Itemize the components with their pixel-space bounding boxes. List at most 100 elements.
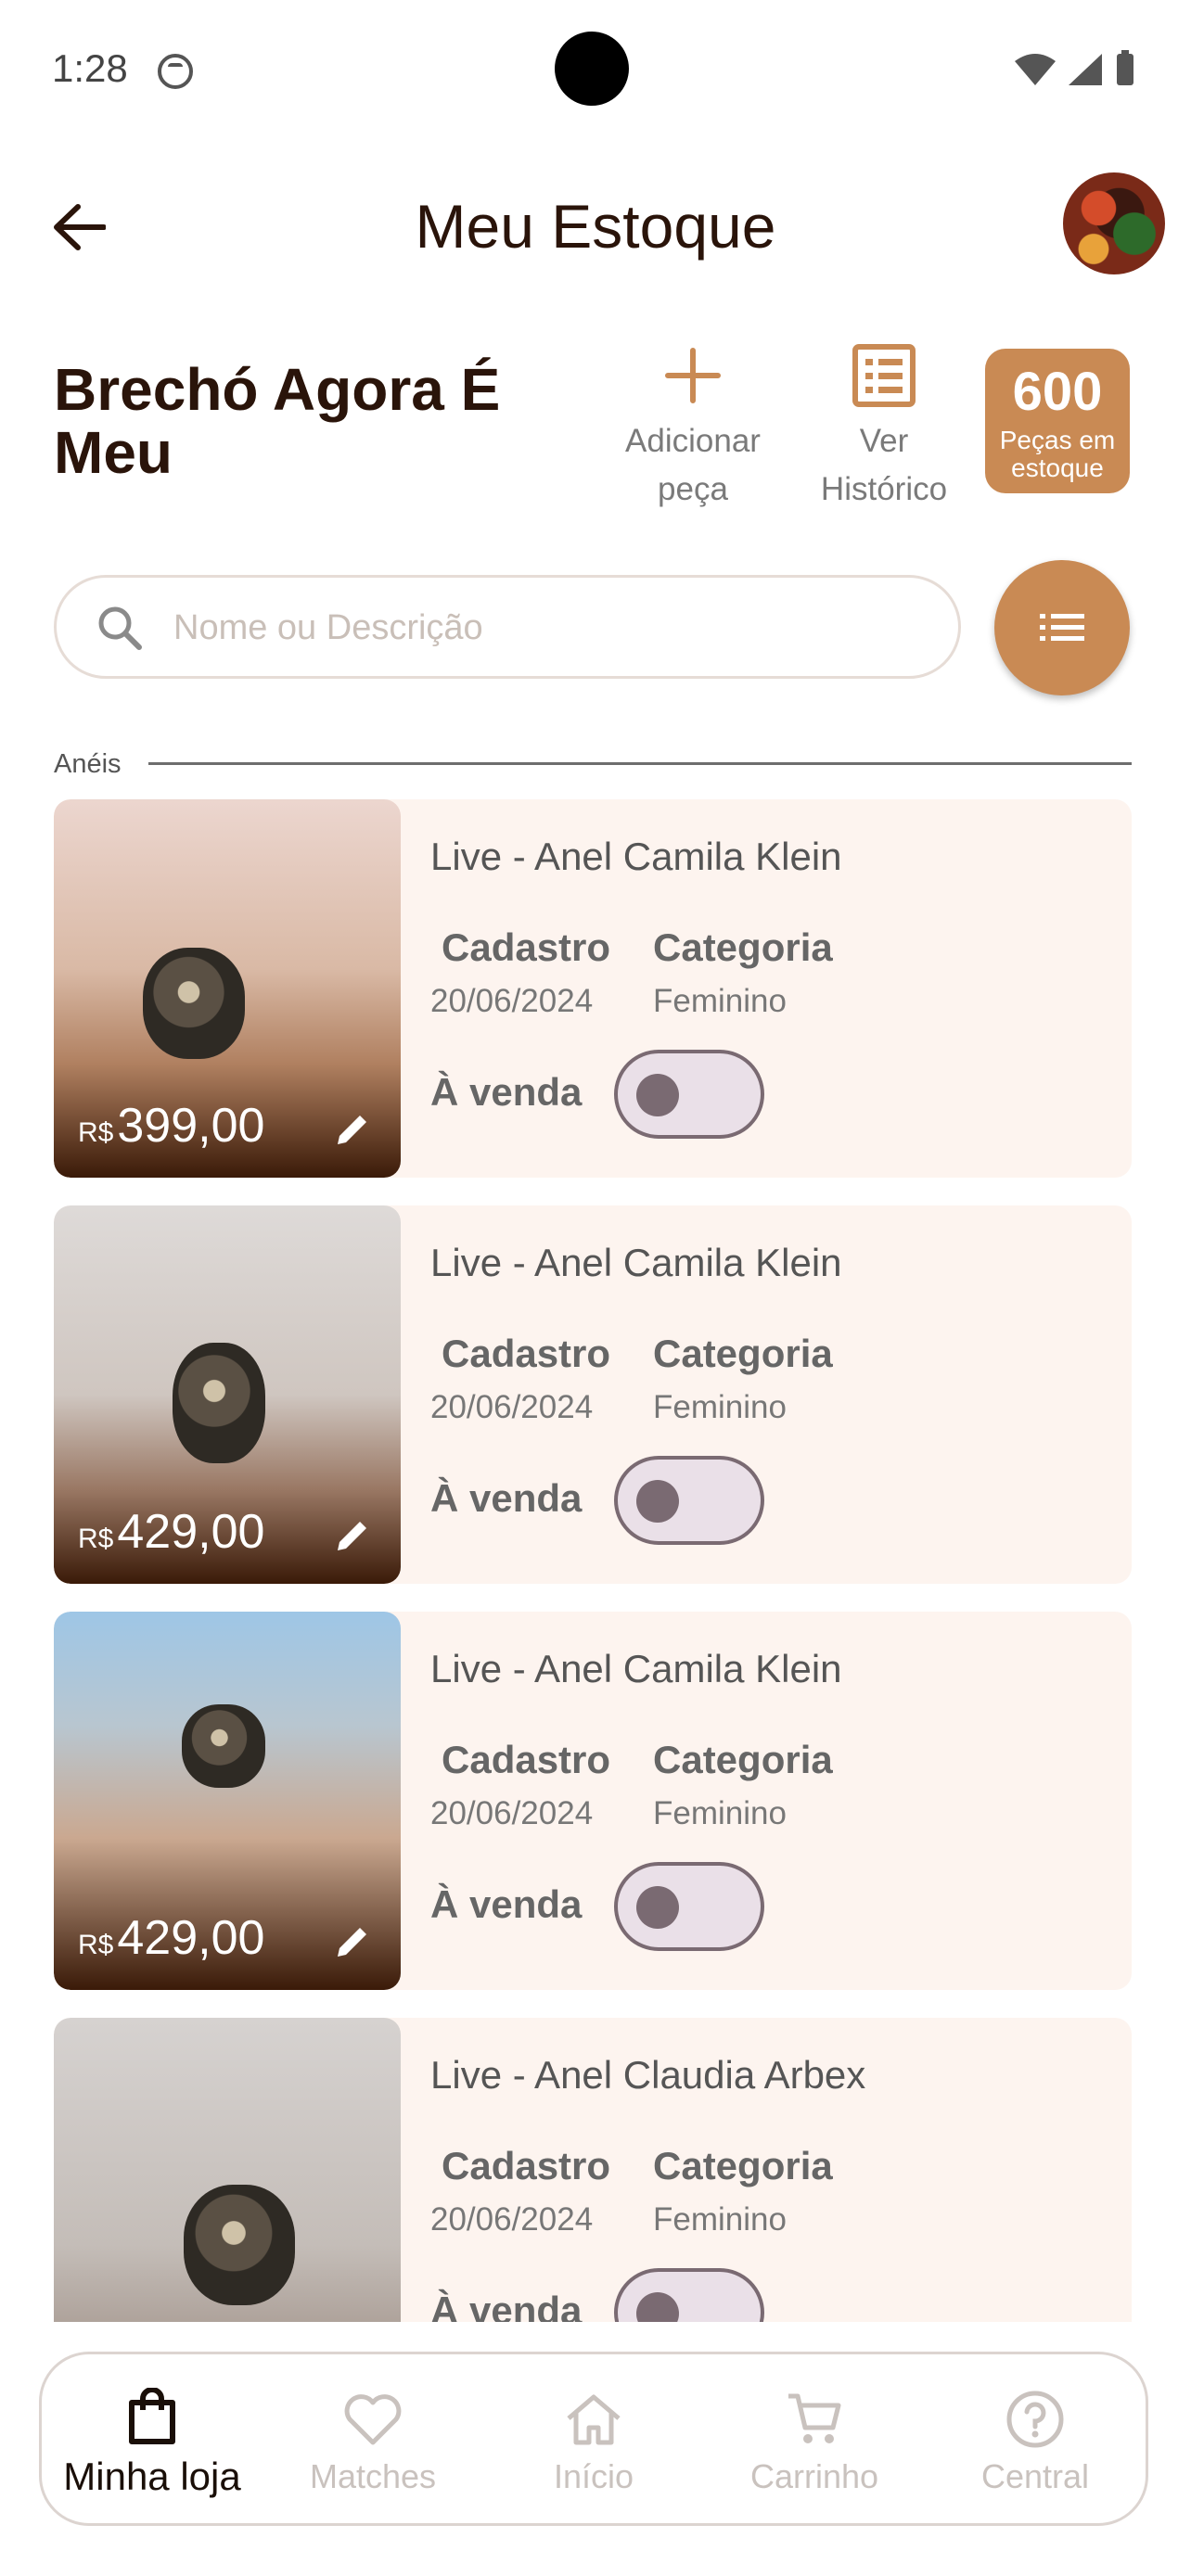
nav-item-central[interactable]: Central (925, 2354, 1146, 2523)
ring-image (143, 948, 245, 1059)
stock-count-label: Peças em estoque (999, 426, 1116, 482)
product-photo[interactable]: R$399,00 (54, 799, 401, 1178)
toggle-knob (636, 1074, 679, 1116)
nav-item-carrinho[interactable]: Carrinho (704, 2354, 925, 2523)
on-sale-label: À venda (430, 1476, 583, 1520)
currency: R$ (78, 1930, 114, 1960)
nav-label: Central (980, 2457, 1090, 2495)
pencil-icon[interactable] (332, 1109, 373, 1150)
plus-icon (665, 348, 721, 403)
product-title: Live - Anel Camila Klein (430, 1241, 842, 1284)
cadastro-label: Cadastro (442, 2144, 611, 2187)
categoria-value: Feminino (653, 983, 787, 1019)
on-sale-toggle[interactable] (614, 1050, 764, 1139)
currency: R$ (78, 1117, 114, 1148)
ring-image (173, 1343, 265, 1463)
search-input[interactable] (173, 598, 934, 657)
section-label: Anéis (54, 749, 122, 779)
search-icon (98, 606, 142, 650)
signal-icon (1069, 54, 1102, 85)
section-divider (148, 762, 1132, 765)
page-title: Meu Estoque (415, 192, 776, 261)
ring-image (182, 1704, 265, 1788)
bottom-nav: Minha loja Matches Início Carrinho Centr… (39, 2352, 1148, 2526)
cadastro-label: Cadastro (442, 1332, 611, 1375)
product-price: R$429,00 (78, 1504, 264, 1560)
price-value: 429,00 (117, 1505, 265, 1559)
on-sale-label: À venda (430, 1882, 583, 1926)
notification-face-icon (158, 54, 193, 89)
add-item-label: Adicionar peça (625, 423, 761, 507)
nav-label: Minha loja (63, 2455, 241, 2498)
on-sale-label: À venda (430, 1070, 583, 1114)
categoria-value: Feminino (653, 1389, 787, 1425)
app-header: Meu Estoque (0, 158, 1191, 297)
price-value: 429,00 (117, 1911, 265, 1965)
product-price: R$399,00 (78, 1098, 264, 1154)
product-title: Live - Anel Claudia Arbex (430, 2053, 866, 2097)
on-sale-toggle[interactable] (614, 1456, 764, 1545)
product-card[interactable]: R$399,00 Live - Anel Camila Klein Cadast… (54, 799, 1132, 1178)
help-circle-icon (1006, 2391, 1064, 2448)
on-sale-label: À venda (430, 2289, 583, 2322)
wifi-icon (1015, 54, 1056, 85)
avatar[interactable] (1063, 172, 1165, 274)
pencil-icon[interactable] (332, 1515, 373, 1556)
product-list: R$399,00 Live - Anel Camila Klein Cadast… (54, 799, 1132, 2322)
cadastro-date: 20/06/2024 (430, 1795, 594, 1831)
nav-label: Matches (309, 2457, 437, 2495)
product-title: Live - Anel Camila Klein (430, 1647, 842, 1690)
categoria-value: Feminino (653, 2201, 787, 2238)
status-icons (1015, 50, 1135, 85)
categoria-label: Categoria (653, 1332, 833, 1375)
cadastro-date: 20/06/2024 (430, 2201, 594, 2238)
view-history-button[interactable]: Ver Histórico (796, 334, 972, 514)
nav-item-matches[interactable]: Matches (263, 2354, 483, 2523)
toggle-knob (636, 1480, 679, 1523)
product-card[interactable]: R$429,00 Live - Anel Camila Klein Cadast… (54, 1612, 1132, 1990)
nav-item-inicio[interactable]: Início (483, 2354, 704, 2523)
cart-icon (788, 2393, 841, 2443)
shopping-bag-icon (129, 2388, 175, 2444)
product-photo[interactable] (54, 2018, 401, 2322)
filter-list-button[interactable] (994, 560, 1130, 695)
camera-cutout (555, 32, 629, 106)
product-price: R$429,00 (78, 1910, 264, 1966)
product-card[interactable]: R$429,00 Live - Anel Camila Klein Cadast… (54, 1205, 1132, 1584)
list-document-icon (852, 344, 916, 407)
pencil-icon[interactable] (332, 1921, 373, 1962)
status-time: 1:28 (52, 46, 128, 90)
on-sale-toggle[interactable] (614, 2268, 764, 2322)
categoria-label: Categoria (653, 2144, 833, 2187)
home-icon (567, 2394, 621, 2445)
status-bar: 1:28 (0, 0, 1191, 139)
categoria-label: Categoria (653, 925, 833, 969)
add-item-button[interactable]: Adicionar peça (605, 334, 781, 514)
battery-icon (1117, 50, 1133, 85)
product-card[interactable]: Live - Anel Claudia Arbex Cadastro Categ… (54, 2018, 1132, 2322)
product-price (78, 2316, 82, 2322)
product-photo[interactable]: R$429,00 (54, 1205, 401, 1584)
ring-image (184, 2185, 295, 2305)
cadastro-label: Cadastro (442, 1738, 611, 1781)
stock-count: 600 (1012, 362, 1103, 422)
cadastro-date: 20/06/2024 (430, 1389, 594, 1425)
stock-count-badge: 600 Peças em estoque (985, 349, 1130, 493)
nav-item-minha-loja[interactable]: Minha loja (42, 2354, 263, 2523)
heart-icon (344, 2394, 402, 2445)
toggle-knob (636, 2292, 679, 2322)
on-sale-toggle[interactable] (614, 1862, 764, 1951)
categoria-label: Categoria (653, 1738, 833, 1781)
list-icon (1040, 614, 1084, 641)
product-photo[interactable]: R$429,00 (54, 1612, 401, 1990)
nav-label: Carrinho (749, 2457, 879, 2495)
toggle-knob (636, 1886, 679, 1929)
view-history-label: Ver Histórico (820, 423, 948, 507)
search-bar (54, 575, 961, 679)
cadastro-date: 20/06/2024 (430, 983, 594, 1019)
cadastro-label: Cadastro (442, 925, 611, 969)
categoria-value: Feminino (653, 1795, 787, 1831)
product-title: Live - Anel Camila Klein (430, 835, 842, 878)
price-value: 399,00 (117, 1099, 265, 1153)
currency: R$ (78, 1524, 114, 1554)
